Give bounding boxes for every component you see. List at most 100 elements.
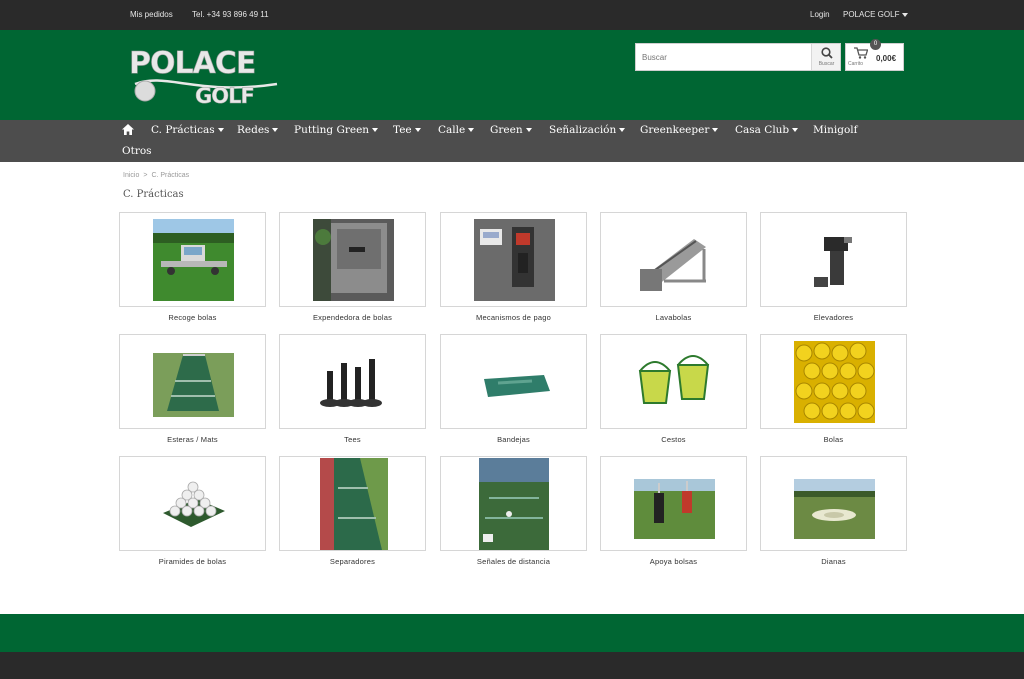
footer-green-band	[0, 614, 1024, 652]
nav-item-casa-club[interactable]: Casa Club	[735, 124, 799, 136]
category-image-box[interactable]	[440, 334, 587, 429]
footer-dark-band	[0, 652, 1024, 679]
nav-item-tee[interactable]: Tee	[393, 124, 421, 136]
category-image-box[interactable]	[440, 456, 587, 551]
chevron-down-icon	[792, 128, 799, 132]
cart-total: 0,00€	[876, 54, 897, 63]
category-image-box[interactable]	[600, 334, 747, 429]
category-card[interactable]: Mecanismos de pago	[440, 212, 587, 322]
nav-label: Greenkeeper	[640, 124, 710, 136]
category-name[interactable]: Piramides de bolas	[119, 557, 266, 566]
category-card[interactable]: Piramides de bolas	[119, 456, 266, 566]
breadcrumb-home[interactable]: Inicio	[123, 172, 139, 179]
target-icon	[794, 463, 875, 545]
category-name[interactable]: Dianas	[760, 557, 907, 566]
category-image-box[interactable]	[760, 334, 907, 429]
nav-label: Tee	[393, 124, 412, 136]
login-link[interactable]: Login	[810, 10, 830, 19]
category-name[interactable]: Mecanismos de pago	[440, 313, 587, 322]
mat-icon	[153, 341, 234, 423]
category-name[interactable]: Señales de distancia	[440, 557, 587, 566]
category-image-box[interactable]	[600, 212, 747, 307]
home-link[interactable]	[122, 124, 134, 138]
nav-item-otros[interactable]: Otros	[122, 145, 152, 157]
nav-label: Redes	[237, 124, 270, 136]
divider-icon	[320, 458, 388, 550]
category-card[interactable]: Bandejas	[440, 334, 587, 444]
chevron-down-icon	[619, 128, 626, 132]
category-name[interactable]: Lavabolas	[600, 313, 747, 322]
category-card[interactable]: Tees	[279, 334, 426, 444]
nav-item-senalizacion[interactable]: Señalización	[549, 124, 626, 136]
category-image-box[interactable]	[440, 212, 587, 307]
category-image-box[interactable]	[119, 334, 266, 429]
cart-count-badge: 0	[870, 39, 881, 50]
golf-ball-icon	[134, 80, 156, 102]
page-title: C. Prácticas	[123, 189, 184, 200]
nav-item-redes[interactable]: Redes	[237, 124, 279, 136]
chevron-down-icon	[414, 128, 421, 132]
cart-button[interactable]: 0 Carrito 0,00€	[845, 39, 904, 71]
category-name[interactable]: Elevadores	[760, 313, 907, 322]
category-card[interactable]: Señales de distancia	[440, 456, 587, 566]
main-nav: C. Prácticas Redes Putting Green Tee Cal…	[0, 120, 1024, 162]
site-header: POLACE GOLF Buscar 0 Carrito 0,00€	[0, 30, 1024, 120]
category-image-box[interactable]	[760, 456, 907, 551]
category-card[interactable]: Cestos	[600, 334, 747, 444]
category-card[interactable]: Apoya bolsas	[600, 456, 747, 566]
category-image-box[interactable]	[119, 456, 266, 551]
my-orders-link[interactable]: Mis pedidos	[130, 10, 173, 19]
nav-item-c-practicas[interactable]: C. Prácticas	[151, 124, 224, 136]
category-card[interactable]: Recoge bolas	[119, 212, 266, 322]
category-image-box[interactable]	[279, 456, 426, 551]
cart-label: Carrito	[848, 61, 864, 67]
account-menu[interactable]: POLACE GOLF	[843, 10, 909, 19]
category-card[interactable]: Dianas	[760, 456, 907, 566]
category-name[interactable]: Recoge bolas	[119, 313, 266, 322]
account-label: POLACE GOLF	[843, 10, 900, 19]
category-card[interactable]: Lavabolas	[600, 212, 747, 322]
chevron-down-icon	[525, 128, 532, 132]
breadcrumb-current[interactable]: C. Prácticas	[151, 172, 189, 179]
category-image-box[interactable]	[279, 334, 426, 429]
logo[interactable]: POLACE GOLF	[127, 44, 282, 106]
nav-item-putting-green[interactable]: Putting Green	[294, 124, 379, 136]
category-name[interactable]: Cestos	[600, 435, 747, 444]
category-name[interactable]: Esteras / Mats	[119, 435, 266, 444]
nav-item-minigolf[interactable]: Minigolf	[813, 124, 858, 136]
logo-text-line1: POLACE	[129, 46, 255, 81]
category-image-box[interactable]	[119, 212, 266, 307]
category-image-box[interactable]	[600, 456, 747, 551]
logo-text-line2: GOLF	[195, 84, 254, 106]
chevron-down-icon	[372, 128, 379, 132]
category-name[interactable]: Bolas	[760, 435, 907, 444]
nav-label: Green	[490, 124, 523, 136]
category-name[interactable]: Tees	[279, 435, 426, 444]
category-card[interactable]: Expendedora de bolas	[279, 212, 426, 322]
category-name[interactable]: Apoya bolsas	[600, 557, 747, 566]
search-input[interactable]	[636, 44, 812, 70]
search-button[interactable]: Buscar	[811, 44, 840, 70]
category-image-box[interactable]	[760, 212, 907, 307]
category-card[interactable]: Esteras / Mats	[119, 334, 266, 444]
chevron-down-icon	[902, 12, 909, 17]
category-card[interactable]: Bolas	[760, 334, 907, 444]
category-image-box[interactable]	[279, 212, 426, 307]
category-name[interactable]: Separadores	[279, 557, 426, 566]
nav-item-calle[interactable]: Calle	[438, 124, 475, 136]
nav-label: Otros	[122, 145, 152, 157]
category-card[interactable]: Separadores	[279, 456, 426, 566]
category-card[interactable]: Elevadores	[760, 212, 907, 322]
elevator-icon	[794, 219, 875, 301]
nav-label: Calle	[438, 124, 466, 136]
nav-item-green[interactable]: Green	[490, 124, 532, 136]
category-name[interactable]: Expendedora de bolas	[279, 313, 426, 322]
chevron-down-icon	[468, 128, 475, 132]
bag-stand-icon	[634, 463, 715, 545]
nav-label: C. Prácticas	[151, 124, 215, 136]
category-name[interactable]: Bandejas	[440, 435, 587, 444]
ball-dispenser-icon	[313, 219, 394, 301]
balls-icon	[794, 341, 875, 423]
nav-item-greenkeeper[interactable]: Greenkeeper	[640, 124, 719, 136]
tray-icon	[474, 341, 555, 423]
